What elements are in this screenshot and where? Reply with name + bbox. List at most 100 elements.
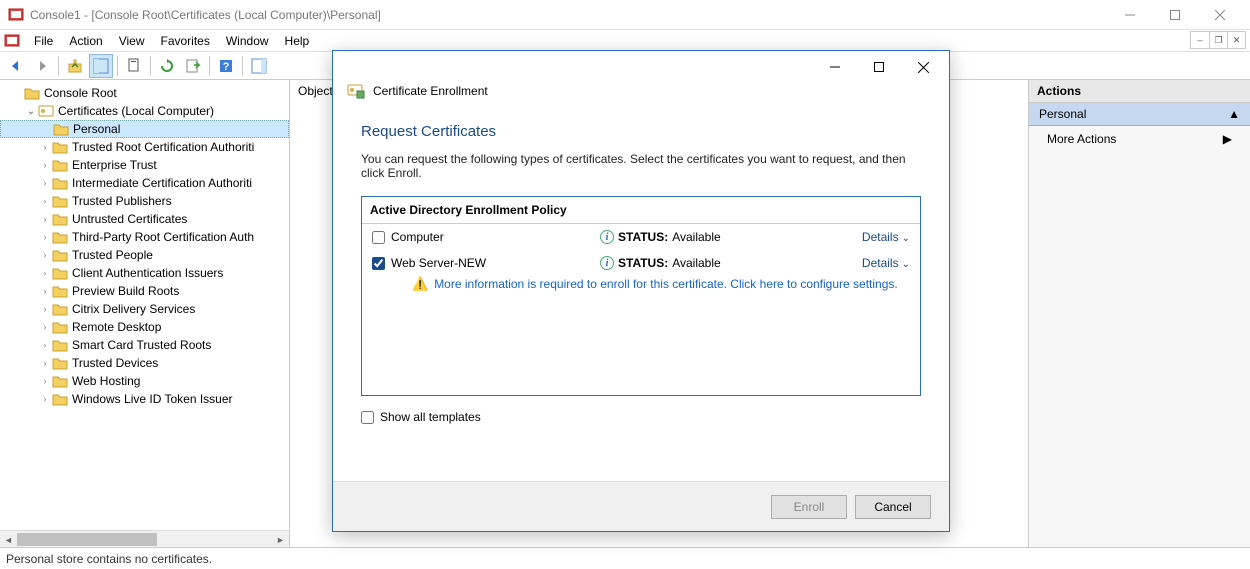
expand-arrow-icon[interactable]: › (38, 322, 52, 332)
show-all-templates[interactable]: Show all templates (361, 410, 921, 424)
info-icon: i (600, 256, 614, 270)
cert-checkbox[interactable] (372, 257, 385, 270)
tree-item[interactable]: ›Enterprise Trust (0, 156, 289, 174)
cert-row-computer[interactable]: Computer i STATUS: Available Details⌄ (362, 224, 920, 250)
collapse-icon: ▲ (1228, 107, 1240, 121)
window-close-button[interactable] (1197, 0, 1242, 29)
help-button[interactable]: ? (214, 54, 238, 78)
show-actions-button[interactable] (247, 54, 271, 78)
details-toggle[interactable]: Details⌄ (808, 230, 910, 244)
expand-arrow-icon[interactable]: › (38, 196, 52, 206)
configure-settings-link[interactable]: More information is required to enroll f… (434, 277, 898, 291)
dialog-title: Request Certificates (361, 123, 921, 140)
tree-certificates-node[interactable]: ⌄ Certificates (Local Computer) (0, 102, 289, 120)
toolbar-separator (150, 56, 151, 76)
back-button[interactable] (4, 54, 28, 78)
menubar: File Action View Favorites Window Help –… (0, 30, 1250, 52)
menu-action[interactable]: Action (61, 32, 110, 50)
tree-item-label: Client Authentication Issuers (72, 266, 223, 280)
window-maximize-button[interactable] (1152, 0, 1197, 29)
chevron-down-icon: ⌄ (902, 259, 910, 270)
folder-icon (52, 231, 68, 244)
cert-checkbox[interactable] (372, 231, 385, 244)
menu-file[interactable]: File (26, 32, 61, 50)
tree-item[interactable]: ›Windows Live ID Token Issuer (0, 390, 289, 408)
status-text: Personal store contains no certificates. (6, 552, 212, 566)
dialog-close-button[interactable] (901, 52, 945, 82)
status-value: Available (672, 230, 720, 244)
tree-item[interactable]: ›Citrix Delivery Services (0, 300, 289, 318)
tree-item[interactable]: ›Smart Card Trusted Roots (0, 336, 289, 354)
tree-item[interactable]: ›Trusted People (0, 246, 289, 264)
menu-window[interactable]: Window (218, 32, 277, 50)
chevron-right-icon: ▶ (1223, 132, 1232, 146)
enroll-button[interactable]: Enroll (771, 495, 847, 519)
scroll-right-icon[interactable]: ► (272, 531, 289, 547)
expand-arrow-icon[interactable]: › (38, 178, 52, 188)
column-header[interactable]: Object (298, 84, 333, 98)
forward-button[interactable] (30, 54, 54, 78)
window-minimize-button[interactable] (1107, 0, 1152, 29)
dialog-maximize-button[interactable] (857, 52, 901, 82)
tree-root[interactable]: Console Root (0, 84, 289, 102)
tree-horizontal-scrollbar[interactable]: ◄ ► (0, 530, 289, 547)
up-button[interactable] (63, 54, 87, 78)
mdi-close[interactable]: ✕ (1227, 32, 1245, 48)
show-tree-button[interactable] (89, 54, 113, 78)
copy-button[interactable] (122, 54, 146, 78)
folder-icon (52, 159, 68, 172)
cert-name: Computer (391, 230, 444, 244)
actions-more[interactable]: More Actions ▶ (1029, 126, 1250, 152)
show-all-checkbox[interactable] (361, 411, 374, 424)
cert-row-webserver[interactable]: Web Server-NEW i STATUS: Available Detai… (362, 250, 920, 276)
tree-item[interactable]: ›Intermediate Certification Authoriti (0, 174, 289, 192)
expand-arrow-icon[interactable]: › (38, 376, 52, 386)
expand-arrow-icon[interactable]: › (38, 394, 52, 404)
scroll-left-icon[interactable]: ◄ (0, 531, 17, 547)
actions-section-label: Personal (1039, 107, 1086, 121)
folder-icon (52, 213, 68, 226)
expand-arrow-icon[interactable]: › (38, 340, 52, 350)
dialog-minimize-button[interactable] (813, 52, 857, 82)
tree-item[interactable]: ›Web Hosting (0, 372, 289, 390)
menu-favorites[interactable]: Favorites (153, 32, 218, 50)
svg-text:?: ? (223, 61, 230, 73)
dialog-titlebar (333, 51, 949, 83)
menu-help[interactable]: Help (277, 32, 318, 50)
actions-section[interactable]: Personal ▲ (1029, 103, 1250, 126)
tree-item[interactable]: › Client Authentication Issuers (0, 264, 289, 282)
menu-view[interactable]: View (111, 32, 153, 50)
toolbar-separator (209, 56, 210, 76)
refresh-button[interactable] (155, 54, 179, 78)
expand-arrow-icon[interactable]: › (38, 160, 52, 170)
export-button[interactable] (181, 54, 205, 78)
tree-item[interactable]: ›Trusted Root Certification Authoriti (0, 138, 289, 156)
expand-arrow-icon[interactable]: › (38, 214, 52, 224)
expand-arrow-icon[interactable]: › (38, 142, 52, 152)
expand-arrow-icon[interactable]: ⌄ (24, 106, 38, 117)
mdi-restore[interactable]: ❐ (1209, 32, 1227, 48)
details-toggle[interactable]: Details⌄ (808, 256, 910, 270)
tree-item[interactable]: ›Preview Build Roots (0, 282, 289, 300)
folder-icon (52, 285, 68, 298)
tree-item-personal[interactable]: Personal (0, 120, 289, 138)
mdi-minimize[interactable]: – (1191, 32, 1209, 48)
folder-icon (52, 267, 68, 280)
tree-item-label: Remote Desktop (72, 320, 161, 334)
cancel-button[interactable]: Cancel (855, 495, 931, 519)
expand-arrow-icon[interactable]: › (38, 358, 52, 368)
statusbar: Personal store contains no certificates. (0, 547, 1250, 569)
expand-arrow-icon[interactable]: › (38, 304, 52, 314)
scrollbar-thumb[interactable] (17, 533, 157, 546)
tree-item[interactable]: › Remote Desktop (0, 318, 289, 336)
expand-arrow-icon[interactable]: › (38, 232, 52, 242)
tree-item[interactable]: ›Trusted Publishers (0, 192, 289, 210)
expand-arrow-icon[interactable]: › (38, 286, 52, 296)
tree-item[interactable]: ›Untrusted Certificates (0, 210, 289, 228)
expand-arrow-icon[interactable]: › (38, 268, 52, 278)
tree-cert-label: Certificates (Local Computer) (58, 104, 214, 118)
tree-item[interactable]: ›Trusted Devices (0, 354, 289, 372)
cert-name: Web Server-NEW (391, 256, 486, 270)
tree-item[interactable]: ›Third-Party Root Certification Auth (0, 228, 289, 246)
expand-arrow-icon[interactable]: › (38, 250, 52, 260)
